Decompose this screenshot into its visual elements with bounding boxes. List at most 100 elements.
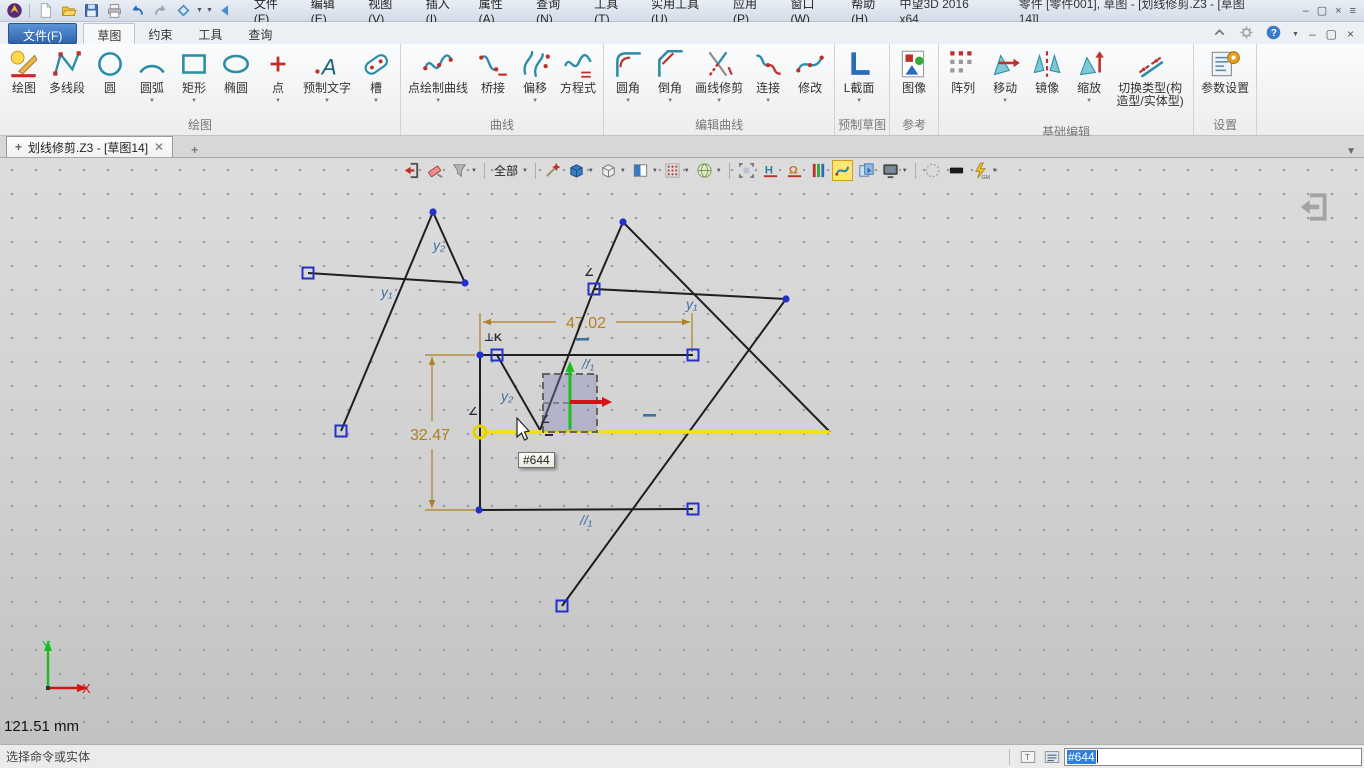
ribbon-button-point[interactable]: 点▼ [257, 46, 299, 115]
ribbon-tab-约束[interactable]: 约束 [135, 23, 185, 44]
constraint-label[interactable]: y₁ [380, 284, 393, 300]
collapse-menu-icon[interactable] [216, 1, 236, 21]
doc-minimize-button[interactable]: – [1309, 27, 1316, 41]
help-icon[interactable]: ? [1265, 24, 1282, 44]
ribbon-button-offset[interactable]: 偏移▼ [514, 46, 556, 115]
dimension-width[interactable]: 47.02 [566, 315, 606, 332]
horizontal-constraint-marker[interactable] [643, 414, 656, 417]
constraint-label[interactable]: //₁ [579, 512, 593, 528]
erase-icon[interactable] [425, 160, 446, 181]
ribbon-button-rect[interactable]: 矩形▼ [173, 46, 215, 115]
constraint-label[interactable]: y₁ [685, 296, 698, 312]
ribbon-button-move[interactable]: 移动▼ [984, 46, 1026, 122]
ribbon-button-scale[interactable]: 缩放▼ [1068, 46, 1110, 122]
ribbon-button-trim[interactable]: 画线修剪▼ [691, 46, 747, 115]
tab-list-chevron-icon[interactable]: ▼ [1346, 146, 1356, 157]
view-manager-icon[interactable] [173, 1, 193, 21]
ribbon-button-ellipse[interactable]: 椭圆 [215, 46, 257, 115]
dotted-circle-icon[interactable] [922, 160, 943, 181]
gear-icon[interactable] [1238, 24, 1255, 44]
exit-sketch-icon[interactable] [401, 160, 422, 181]
ribbon-button-lsection[interactable]: L截面▼ [838, 46, 880, 115]
dropdown-caret-icon[interactable]: ▼ [652, 168, 658, 174]
tab-close-icon[interactable]: ✕ [154, 140, 164, 154]
perspective-view-icon[interactable] [694, 160, 715, 181]
grid-display-icon[interactable] [662, 160, 683, 181]
ribbon-button-curvepts[interactable]: 点绘制曲线▼ [404, 46, 472, 115]
constraint-glyph[interactable]: ∠ [584, 267, 594, 279]
wireframe-display-icon[interactable] [598, 160, 619, 181]
constraint-label[interactable]: y₂ [432, 237, 446, 253]
ribbon-button-fillet[interactable]: 圆角▼ [607, 46, 649, 115]
constraint-glyph[interactable]: ∠ [540, 414, 550, 426]
dropdown-caret-icon[interactable]: ▼ [625, 98, 631, 108]
sketch-line[interactable] [562, 299, 786, 606]
doc-restore-button[interactable]: ▢ [1326, 27, 1337, 41]
point-handle[interactable] [782, 295, 789, 302]
dropdown-caret-icon[interactable]: ▼ [191, 98, 197, 108]
copy-view-icon[interactable] [856, 160, 877, 181]
window-menu-icon[interactable]: ≡ [1350, 5, 1356, 17]
view-manager-caret-icon[interactable]: ▼ [196, 7, 203, 14]
dropdown-caret-icon[interactable]: ▼ [373, 98, 379, 108]
dropdown-caret-icon[interactable]: ▼ [902, 168, 908, 174]
close-button[interactable]: × [1335, 5, 1341, 17]
exit-sketch-corner-icon[interactable] [1297, 190, 1331, 224]
ribbon-button-slot[interactable]: 槽▼ [355, 46, 397, 115]
show-constraints-icon[interactable]: Ω [784, 160, 805, 181]
constraint-label[interactable]: y₂ [500, 388, 514, 404]
sketch-canvas[interactable]: 47.0232.47y₂y₁y₂y₁//₁//₁⊥K∠∠∠YX ▼全部▼▼▼▼▼… [0, 158, 1364, 744]
dropdown-caret-icon[interactable]: ▼ [1086, 98, 1092, 108]
constraint-glyph[interactable]: ⊥K [484, 332, 502, 344]
dropdown-caret-icon[interactable]: ▼ [149, 98, 155, 108]
ribbon-tab-查询[interactable]: 查询 [235, 23, 285, 44]
dropdown-caret-icon[interactable]: ▼ [1002, 98, 1008, 108]
dropdown-caret-icon[interactable]: ▼ [765, 98, 771, 108]
ribbon-button-mirror[interactable]: 镜像 [1026, 46, 1068, 122]
ribbon-tab-工具[interactable]: 工具 [185, 23, 235, 44]
save-icon[interactable] [81, 1, 101, 21]
regen-icon[interactable]: GM [970, 160, 991, 181]
selection-filter-icon[interactable] [449, 160, 470, 181]
dropdown-caret-icon[interactable]: ▼ [856, 98, 862, 108]
help-caret-icon[interactable]: ▼ [1292, 31, 1299, 38]
ribbon-button-circle[interactable]: 圆 [89, 46, 131, 115]
document-tab[interactable]: + 划线修剪.Z3 - [草图14] ✕ [6, 136, 173, 157]
ribbon-button-arc[interactable]: 圆弧▼ [131, 46, 173, 115]
ribbon-button-equation[interactable]: 方程式 [556, 46, 600, 115]
input-mode-icon[interactable]: T [1018, 747, 1038, 767]
display-mode-icon[interactable] [880, 160, 901, 181]
new-tab-button[interactable]: + [183, 143, 206, 157]
curve-connectivity-icon[interactable] [832, 160, 853, 181]
ribbon-button-polyline[interactable]: 多线段 [45, 46, 89, 115]
customize-toolbar-icon[interactable]: ▼ [206, 7, 213, 14]
show-dimensions-icon[interactable]: H [760, 160, 781, 181]
ribbon-button-pattern[interactable]: 阵列 [942, 46, 984, 122]
constraint-glyph[interactable]: ∠ [468, 406, 478, 418]
dropdown-caret-icon[interactable]: ▼ [275, 98, 281, 108]
ribbon-button-connect[interactable]: 连接▼ [747, 46, 789, 115]
section-view-icon[interactable] [630, 160, 651, 181]
constraint-label[interactable]: //₁ [581, 356, 595, 372]
point-handle[interactable] [476, 351, 483, 358]
dimension-height[interactable]: 32.47 [410, 427, 450, 444]
redo-icon[interactable] [150, 1, 170, 21]
shaded-display-icon[interactable] [566, 160, 587, 181]
restore-button[interactable]: ▢ [1317, 4, 1327, 17]
dropdown-caret-icon[interactable]: ▼ [620, 168, 626, 174]
sketch-line[interactable] [623, 222, 830, 432]
doc-close-button[interactable]: × [1347, 27, 1354, 41]
dropdown-caret-icon[interactable]: ▼ [435, 98, 441, 108]
sketch-line[interactable] [308, 273, 465, 283]
minimize-button[interactable]: – [1303, 5, 1309, 17]
print-icon[interactable] [104, 1, 124, 21]
point-handle[interactable] [475, 506, 482, 513]
wand-icon[interactable] [542, 160, 563, 181]
ribbon-button-image[interactable]: 图像 [893, 46, 935, 115]
ribbon-button-modify[interactable]: 修改 [789, 46, 831, 115]
sketch-line[interactable] [479, 509, 693, 510]
point-handle[interactable] [619, 218, 626, 225]
ribbon-button-switchtype[interactable]: 切换类型(构造型/实体型) [1110, 46, 1190, 122]
new-file-icon[interactable] [35, 1, 55, 21]
black-bar-icon[interactable] [946, 160, 967, 181]
